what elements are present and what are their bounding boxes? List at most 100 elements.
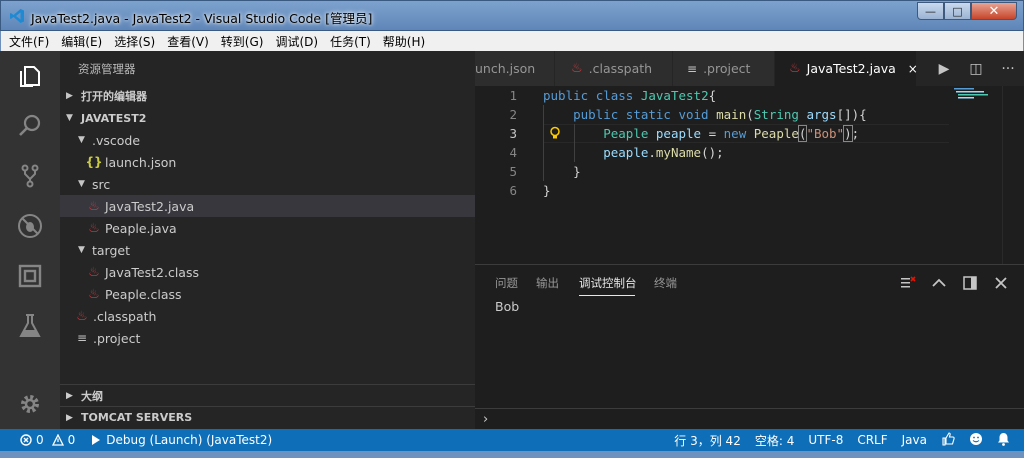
menu-debug[interactable]: 调试(D) [275, 33, 318, 50]
menu-edit[interactable]: 编辑(E) [61, 33, 102, 50]
active-tab-underline [579, 295, 635, 296]
clear-console-button[interactable] [892, 273, 923, 293]
maximize-panel-icon [962, 276, 977, 290]
activity-search[interactable] [0, 101, 60, 151]
activity-debug[interactable] [0, 201, 60, 251]
more-actions-button[interactable]: ··· [992, 51, 1024, 86]
tree-file-peaple-class[interactable]: ♨ Peaple.class [60, 283, 475, 305]
tree-item-label: Peaple.class [105, 286, 182, 302]
panel-tab-terminal[interactable]: 终端 [654, 275, 677, 291]
tab-close-button[interactable]: × [908, 62, 918, 76]
activity-explorer[interactable] [0, 51, 60, 101]
encoding-status[interactable]: UTF-8 [808, 433, 843, 447]
menu-file[interactable]: 文件(F) [9, 33, 49, 50]
open-editors-section[interactable]: ▶ 打开的编辑器 [60, 85, 475, 107]
chevron-down-icon: ▼ [66, 113, 73, 123]
tree-folder-vscode[interactable]: ▼ .vscode [60, 129, 475, 151]
tree-item-label: JavaTest2.class [105, 264, 199, 280]
outline-section[interactable]: ▶ 大纲 [60, 384, 475, 406]
close-window-button[interactable]: ✕ [971, 2, 1017, 20]
language-status[interactable]: Java [902, 433, 927, 447]
warning-icon [51, 434, 64, 446]
menu-go[interactable]: 转到(G) [221, 33, 264, 50]
search-icon [19, 114, 41, 136]
tab-label: unch.json [475, 61, 536, 76]
tree-folder-src[interactable]: ▼ src [60, 173, 475, 195]
panel-tab-debug-console[interactable]: 调试控制台 [579, 275, 637, 291]
tree-item-label: .classpath [93, 308, 157, 324]
tab-project[interactable]: ≡ .project [673, 51, 775, 86]
tree-item-label: Peaple.java [105, 220, 177, 236]
extensions-icon [18, 264, 42, 288]
prompt-chevron-icon: › [483, 412, 489, 427]
menu-view[interactable]: 查看(V) [167, 33, 209, 50]
run-button[interactable]: ▶ [928, 51, 960, 86]
java-status[interactable] [941, 431, 955, 449]
tab-launch-json[interactable]: unch.json [475, 51, 555, 86]
tree-folder-target[interactable]: ▼ target [60, 239, 475, 261]
minimap[interactable] [952, 86, 1002, 106]
code-line-1: public class JavaTest2{ [543, 88, 717, 103]
code-editor[interactable]: 1 2 3 4 5 6 public class JavaTest2{ publ… [475, 86, 1024, 264]
outline-label: 大纲 [81, 389, 103, 403]
debug-status[interactable]: Debug (Launch) (JavaTest2) [91, 433, 272, 447]
problems-status[interactable]: 0 0 [20, 433, 75, 447]
tree-file-javatest2-java[interactable]: ♨ JavaTest2.java [60, 195, 475, 217]
tab-classpath[interactable]: ♨ .classpath [555, 51, 673, 86]
status-bar: 0 0 Debug (Launch) (JavaTest2) 行 3，列 42 … [0, 429, 1024, 451]
editor-scrollbar[interactable] [1002, 86, 1024, 264]
toggle-panel-position-button[interactable] [954, 273, 985, 293]
maximize-panel-size-button[interactable] [923, 273, 954, 293]
activity-settings[interactable] [0, 379, 60, 429]
project-section[interactable]: ▼ JAVATEST2 [60, 107, 475, 129]
title-bar: JavaTest2.java - JavaTest2 - Visual Stud… [0, 0, 1024, 31]
maximize-button[interactable]: □ [944, 2, 971, 20]
eol-status[interactable]: CRLF [857, 433, 887, 447]
menu-tasks[interactable]: 任务(T) [330, 33, 371, 50]
line-number: 1 [509, 88, 517, 103]
feedback-button[interactable] [969, 432, 983, 449]
panel-tab-output[interactable]: 输出 [536, 275, 559, 291]
menu-help[interactable]: 帮助(H) [383, 33, 425, 50]
java-file-icon: ♨ [789, 61, 801, 76]
smiley-icon [970, 432, 982, 445]
java-file-icon: ♨ [88, 198, 100, 214]
tree-file-project[interactable]: ≡ .project [60, 327, 475, 349]
split-editor-button[interactable]: ◫ [960, 51, 992, 86]
bottom-panel: 问题 输出 调试控制台 终端 Bob › [475, 264, 1024, 429]
error-icon [20, 434, 32, 446]
line-number-gutter: 1 2 3 4 5 6 [475, 86, 525, 264]
tree-file-classpath[interactable]: ♨ .classpath [60, 305, 475, 327]
tab-javatest2-java[interactable]: ♨ JavaTest2.java × [775, 51, 918, 86]
tab-label: .classpath [588, 61, 653, 76]
notifications-button[interactable] [997, 432, 1010, 449]
minimize-button[interactable]: — [917, 2, 944, 20]
tree-file-peaple-java[interactable]: ♨ Peaple.java [60, 217, 475, 239]
indentation-status[interactable]: 空格: 4 [755, 432, 795, 449]
tab-label: JavaTest2.java [806, 61, 896, 76]
error-count: 0 [36, 433, 44, 447]
tree-file-launch-json[interactable]: {} launch.json [60, 151, 475, 173]
cursor-position[interactable]: 行 3，列 42 [674, 432, 741, 449]
activity-extensions[interactable] [0, 251, 60, 301]
activity-source-control[interactable] [0, 151, 60, 201]
line-number: 6 [509, 183, 517, 198]
debug-config-label: Debug (Launch) (JavaTest2) [106, 433, 273, 447]
code-line-5: } [543, 164, 581, 179]
chevron-down-icon: ▼ [78, 135, 85, 145]
menu-selection[interactable]: 选择(S) [114, 33, 155, 50]
tree-item-label: .project [93, 330, 141, 346]
code-line-4: peaple.myName(); [603, 145, 724, 160]
panel-tab-problems[interactable]: 问题 [495, 275, 518, 291]
close-panel-button[interactable] [985, 273, 1016, 293]
activity-test[interactable] [0, 301, 60, 351]
debug-console-input[interactable]: › [475, 408, 1024, 430]
chevron-up-icon [931, 278, 946, 287]
test-icon [19, 314, 41, 337]
tab-label: .project [703, 61, 751, 76]
chevron-down-icon: ▼ [78, 179, 85, 189]
java-file-icon: ♨ [88, 220, 100, 236]
java-file-icon: ♨ [76, 308, 88, 324]
tomcat-servers-section[interactable]: ▶ TOMCAT SERVERS [60, 406, 475, 428]
tree-file-javatest2-class[interactable]: ♨ JavaTest2.class [60, 261, 475, 283]
